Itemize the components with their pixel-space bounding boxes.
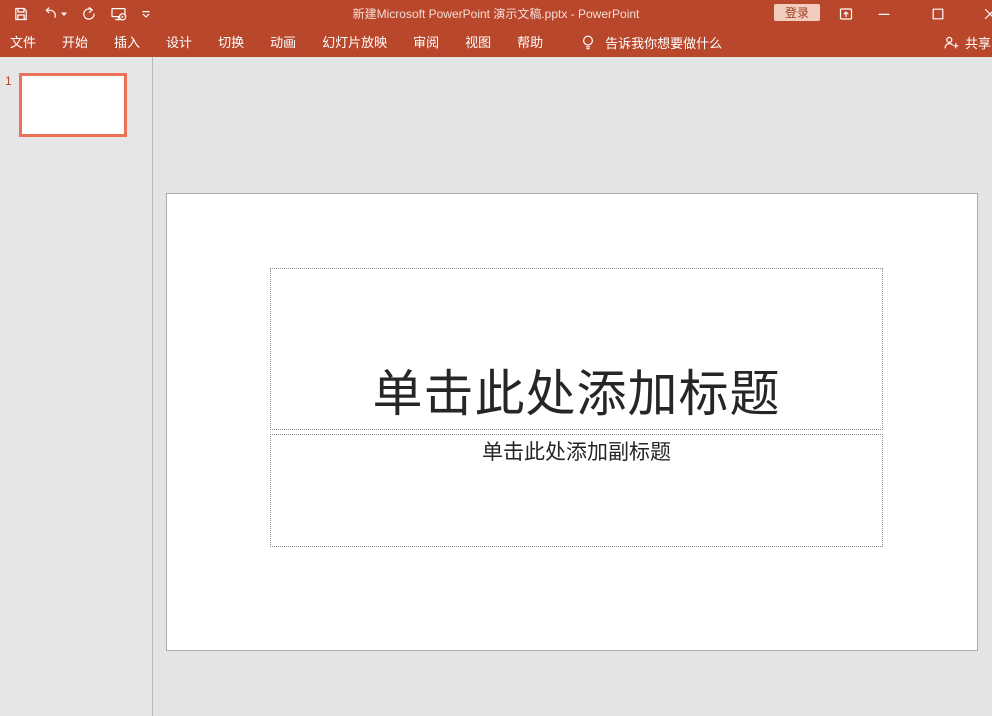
- slide-thumbnail-row: 1: [0, 57, 152, 137]
- undo-dropdown-icon[interactable]: [60, 11, 68, 17]
- titlebar: 新建Microsoft PowerPoint 演示文稿.pptx - Power…: [0, 0, 992, 28]
- tell-me-box[interactable]: 告诉我你想要做什么: [580, 33, 722, 52]
- maximize-icon[interactable]: [930, 6, 946, 22]
- subtitle-placeholder-text: 单击此处添加副标题: [482, 435, 671, 463]
- customize-qat-icon: [141, 9, 151, 19]
- undo-button[interactable]: [42, 6, 68, 22]
- slide-number: 1: [0, 73, 19, 137]
- start-slideshow-button[interactable]: [110, 6, 128, 22]
- save-icon: [13, 6, 29, 22]
- close-icon[interactable]: [982, 6, 992, 22]
- quick-access-toolbar: [13, 0, 151, 28]
- sign-in-button[interactable]: 登录: [774, 4, 820, 21]
- tab-slideshow[interactable]: 幻灯片放映: [309, 28, 400, 57]
- tab-design[interactable]: 设计: [153, 28, 205, 57]
- share-person-icon: [943, 35, 960, 51]
- slide-editing-workspace: 单击此处添加标题 单击此处添加副标题: [153, 57, 992, 716]
- ribbon-display-options-icon[interactable]: [838, 6, 854, 22]
- minimize-icon[interactable]: [876, 6, 892, 22]
- slide-1-thumbnail[interactable]: [19, 73, 127, 137]
- tab-review[interactable]: 审阅: [400, 28, 452, 57]
- tab-transitions[interactable]: 切换: [205, 28, 257, 57]
- undo-icon: [42, 6, 58, 22]
- title-placeholder-text: 单击此处添加标题: [373, 369, 781, 429]
- slide-thumbnail-panel: 1: [0, 57, 153, 716]
- share-label: 共享: [965, 33, 991, 52]
- powerpoint-window: 新建Microsoft PowerPoint 演示文稿.pptx - Power…: [0, 0, 992, 716]
- tell-me-label: 告诉我你想要做什么: [605, 33, 722, 52]
- lightbulb-icon: [580, 34, 596, 51]
- tab-insert[interactable]: 插入: [101, 28, 153, 57]
- customize-qat-button[interactable]: [141, 9, 151, 19]
- window-title: 新建Microsoft PowerPoint 演示文稿.pptx - Power…: [353, 0, 640, 28]
- start-slideshow-icon: [110, 6, 128, 22]
- tab-animations[interactable]: 动画: [257, 28, 309, 57]
- save-button[interactable]: [13, 6, 29, 22]
- ribbon-tab-row: 文件 开始 插入 设计 切换 动画 幻灯片放映 审阅 视图 帮助 告诉我你想要做…: [0, 28, 992, 57]
- tab-view[interactable]: 视图: [452, 28, 504, 57]
- redo-icon: [81, 6, 97, 22]
- redo-button[interactable]: [81, 6, 97, 22]
- tab-home[interactable]: 开始: [49, 28, 101, 57]
- share-button[interactable]: 共享: [943, 33, 992, 52]
- content-area: 1 单击此处添加标题 单击此处添加副标题: [0, 57, 992, 716]
- slide-canvas: 单击此处添加标题 单击此处添加副标题: [166, 193, 978, 651]
- subtitle-placeholder[interactable]: 单击此处添加副标题: [270, 434, 883, 547]
- tab-file[interactable]: 文件: [10, 28, 49, 57]
- title-placeholder[interactable]: 单击此处添加标题: [270, 268, 883, 430]
- tab-help[interactable]: 帮助: [504, 28, 556, 57]
